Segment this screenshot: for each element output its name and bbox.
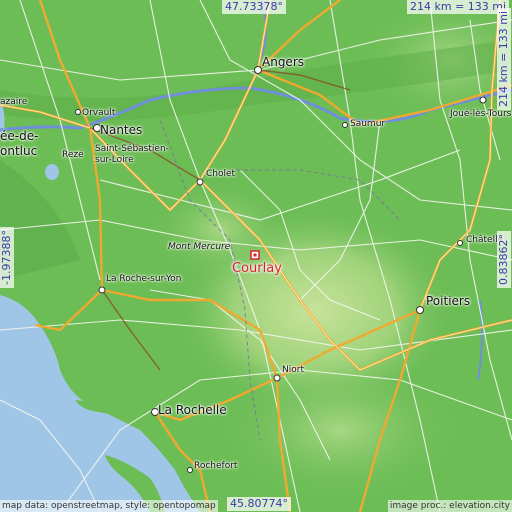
horizontal-scale-label: 214 km = 133 mi [407,0,510,14]
place-label-joue[interactable]: Joué-lès-Tours [450,110,511,119]
bottom-latitude-label: 45.80774° [227,497,291,511]
map-view[interactable]: Angers Saumur Joué-lès-Tours Orvault Nan… [0,0,512,512]
top-latitude-label: 47.73378° [222,0,286,14]
place-label-orvault[interactable]: Orvault [82,109,115,118]
place-label-cholet[interactable]: Cholet [206,170,235,179]
place-label-rochefort[interactable]: Rochefort [194,462,237,471]
place-label-poitiers[interactable]: Poitiers [426,295,470,307]
place-label-reze[interactable]: Rezé [62,151,84,160]
target-place-label[interactable]: Courlay [232,262,282,275]
place-label-mont-mercure[interactable]: Mont Mercure [168,243,230,252]
place-label-niort[interactable]: Niort [282,366,304,375]
place-label-nantes[interactable]: Nantes [100,124,142,136]
map-terrain [0,0,512,512]
place-label-angers[interactable]: Angers [262,56,304,68]
right-longitude-label: 0.83862° [497,231,511,288]
place-label-la-rochelle[interactable]: La Rochelle [158,404,227,416]
place-label-la-roche-sur-yon[interactable]: La Roche-sur-Yon [106,275,181,284]
vertical-scale-label: 214 km = 133 mi [497,7,511,110]
place-label-sur-loire[interactable]: sur-Loire [95,156,134,165]
place-label-saint-sebastien[interactable]: Saint-Sébastien- [95,145,169,154]
place-label-saumur[interactable]: Saumur [350,120,385,129]
place-label-nazaire[interactable]: azaire [0,98,27,107]
left-longitude-label: -1.97388° [0,227,14,288]
place-label-ontluc[interactable]: ontluc [0,145,37,157]
place-label-hede[interactable]: ée-de- [0,130,38,142]
image-credit-label: image proc.: elevation.city [387,500,512,512]
map-credit-label: map data: openstreetmap, style: opentopo… [0,500,218,512]
